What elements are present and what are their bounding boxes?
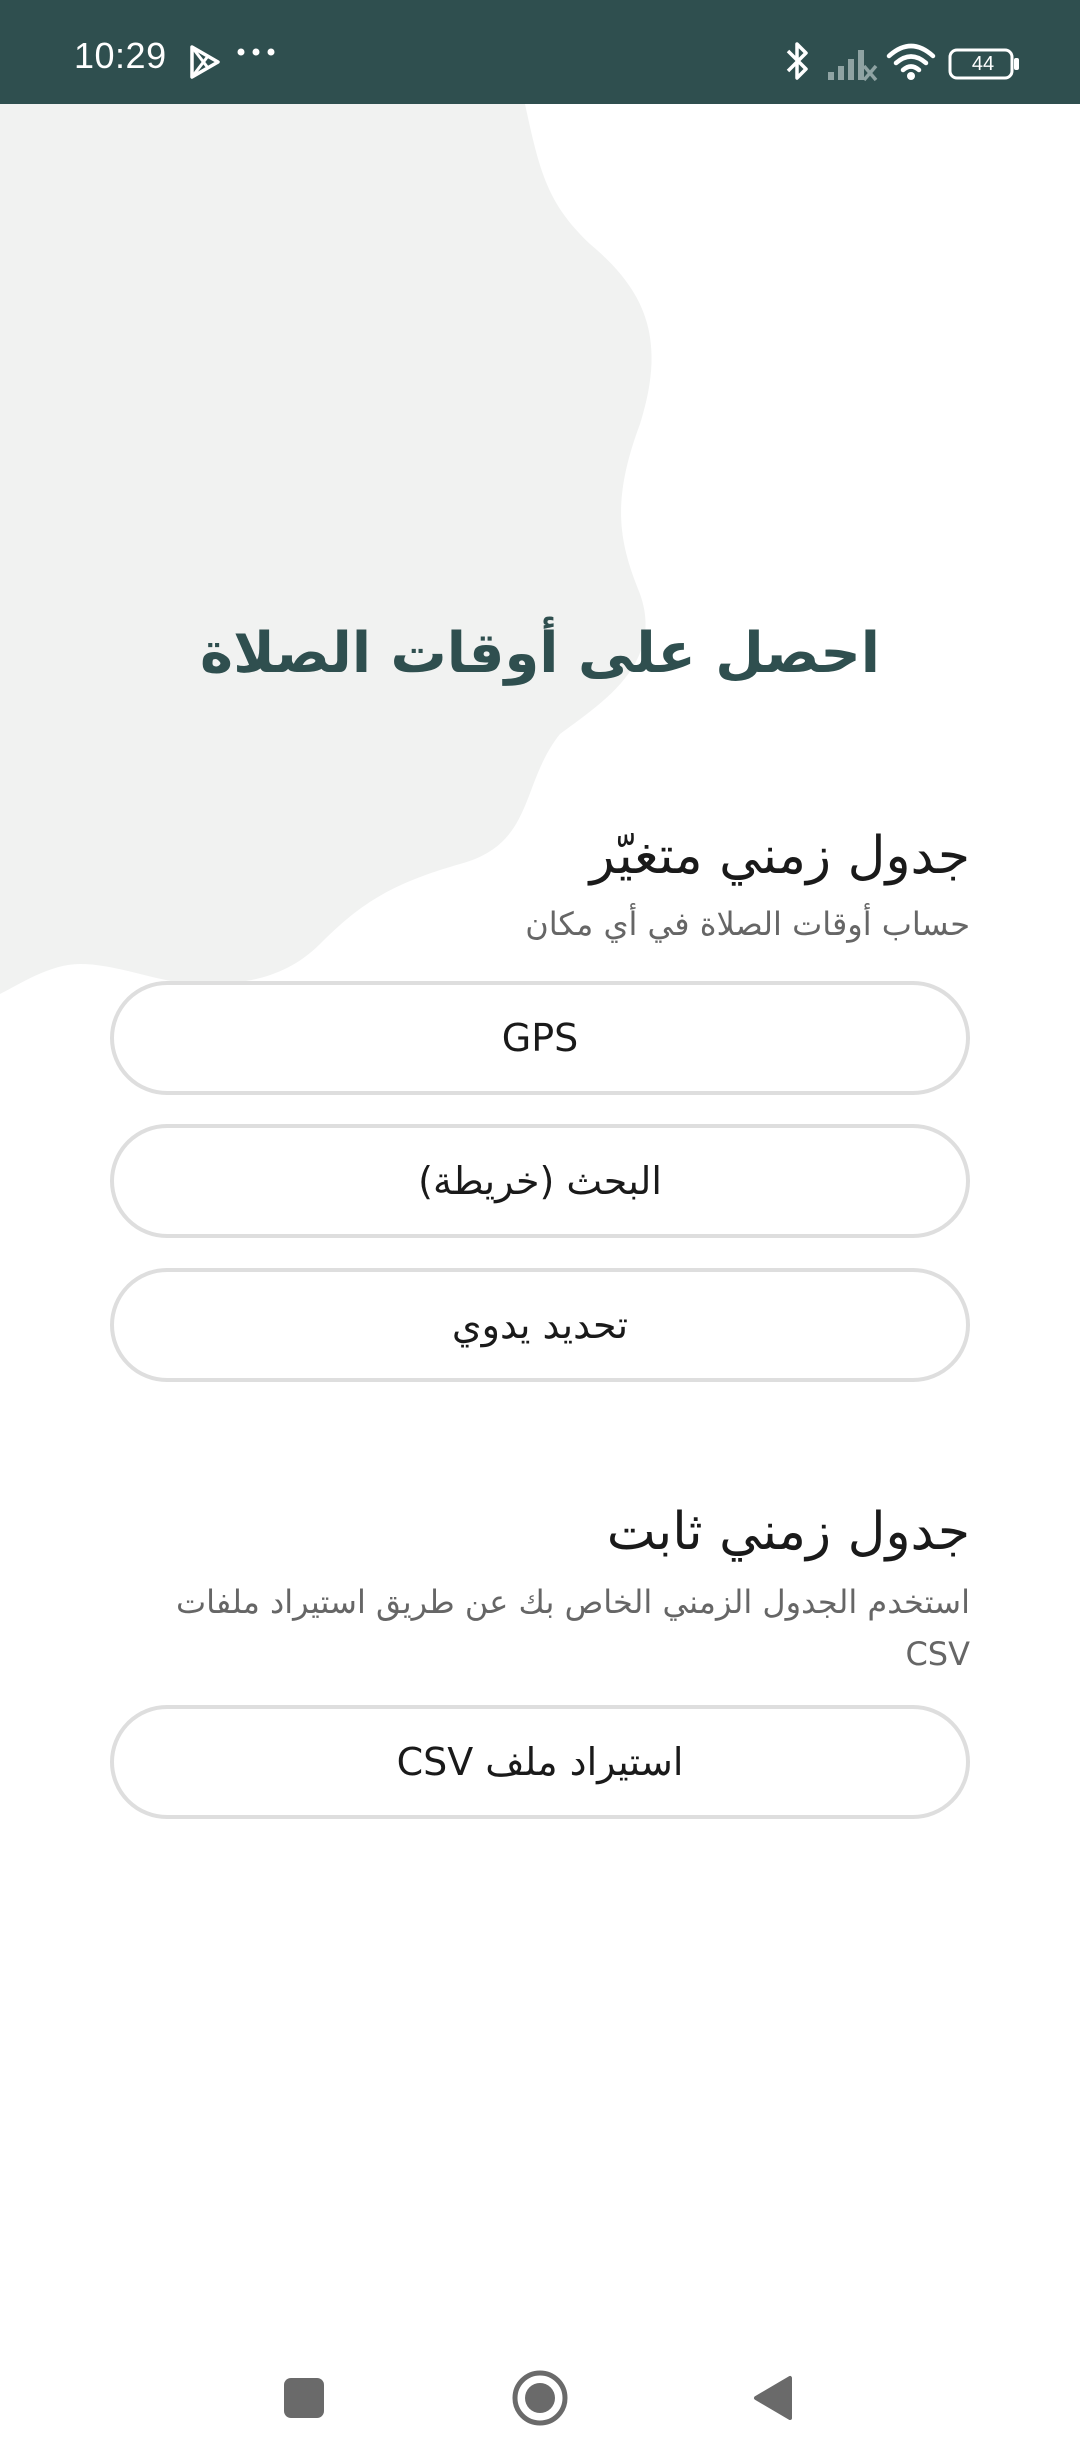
battery-icon: 44 (948, 48, 1022, 80)
fixed-schedule-title: جدول زمني ثابت (606, 1502, 970, 1562)
import-csv-button[interactable]: استيراد ملف CSV (110, 1705, 970, 1819)
manual-location-button[interactable]: تحديد يدوي (110, 1268, 970, 1382)
bluetooth-icon (786, 42, 808, 80)
recents-icon[interactable] (284, 2378, 324, 2418)
status-time: 10:29 (74, 35, 167, 76)
navigation-bar (0, 2330, 1080, 2460)
gps-button[interactable]: GPS (110, 981, 970, 1095)
wifi-icon (886, 43, 936, 80)
home-icon[interactable] (510, 2368, 570, 2428)
status-bar: 10:29 44 (0, 0, 1080, 104)
dynamic-schedule-title: جدول زمني متغيّر (589, 826, 970, 886)
map-search-button[interactable]: البحث (خريطة) (110, 1124, 970, 1238)
battery-level: 44 (971, 53, 995, 75)
back-icon[interactable] (752, 2374, 792, 2422)
dynamic-schedule-subtitle: حساب أوقات الصلاة في أي مكان (525, 905, 970, 943)
play-store-notification-icon (190, 45, 220, 79)
more-notifications-icon (237, 48, 275, 56)
fixed-schedule-subtitle: استخدم الجدول الزمني الخاص بك عن طريق اس… (176, 1583, 970, 1673)
signal-icon (828, 50, 878, 82)
page-title: احصل على أوقات الصلاة (200, 621, 880, 686)
